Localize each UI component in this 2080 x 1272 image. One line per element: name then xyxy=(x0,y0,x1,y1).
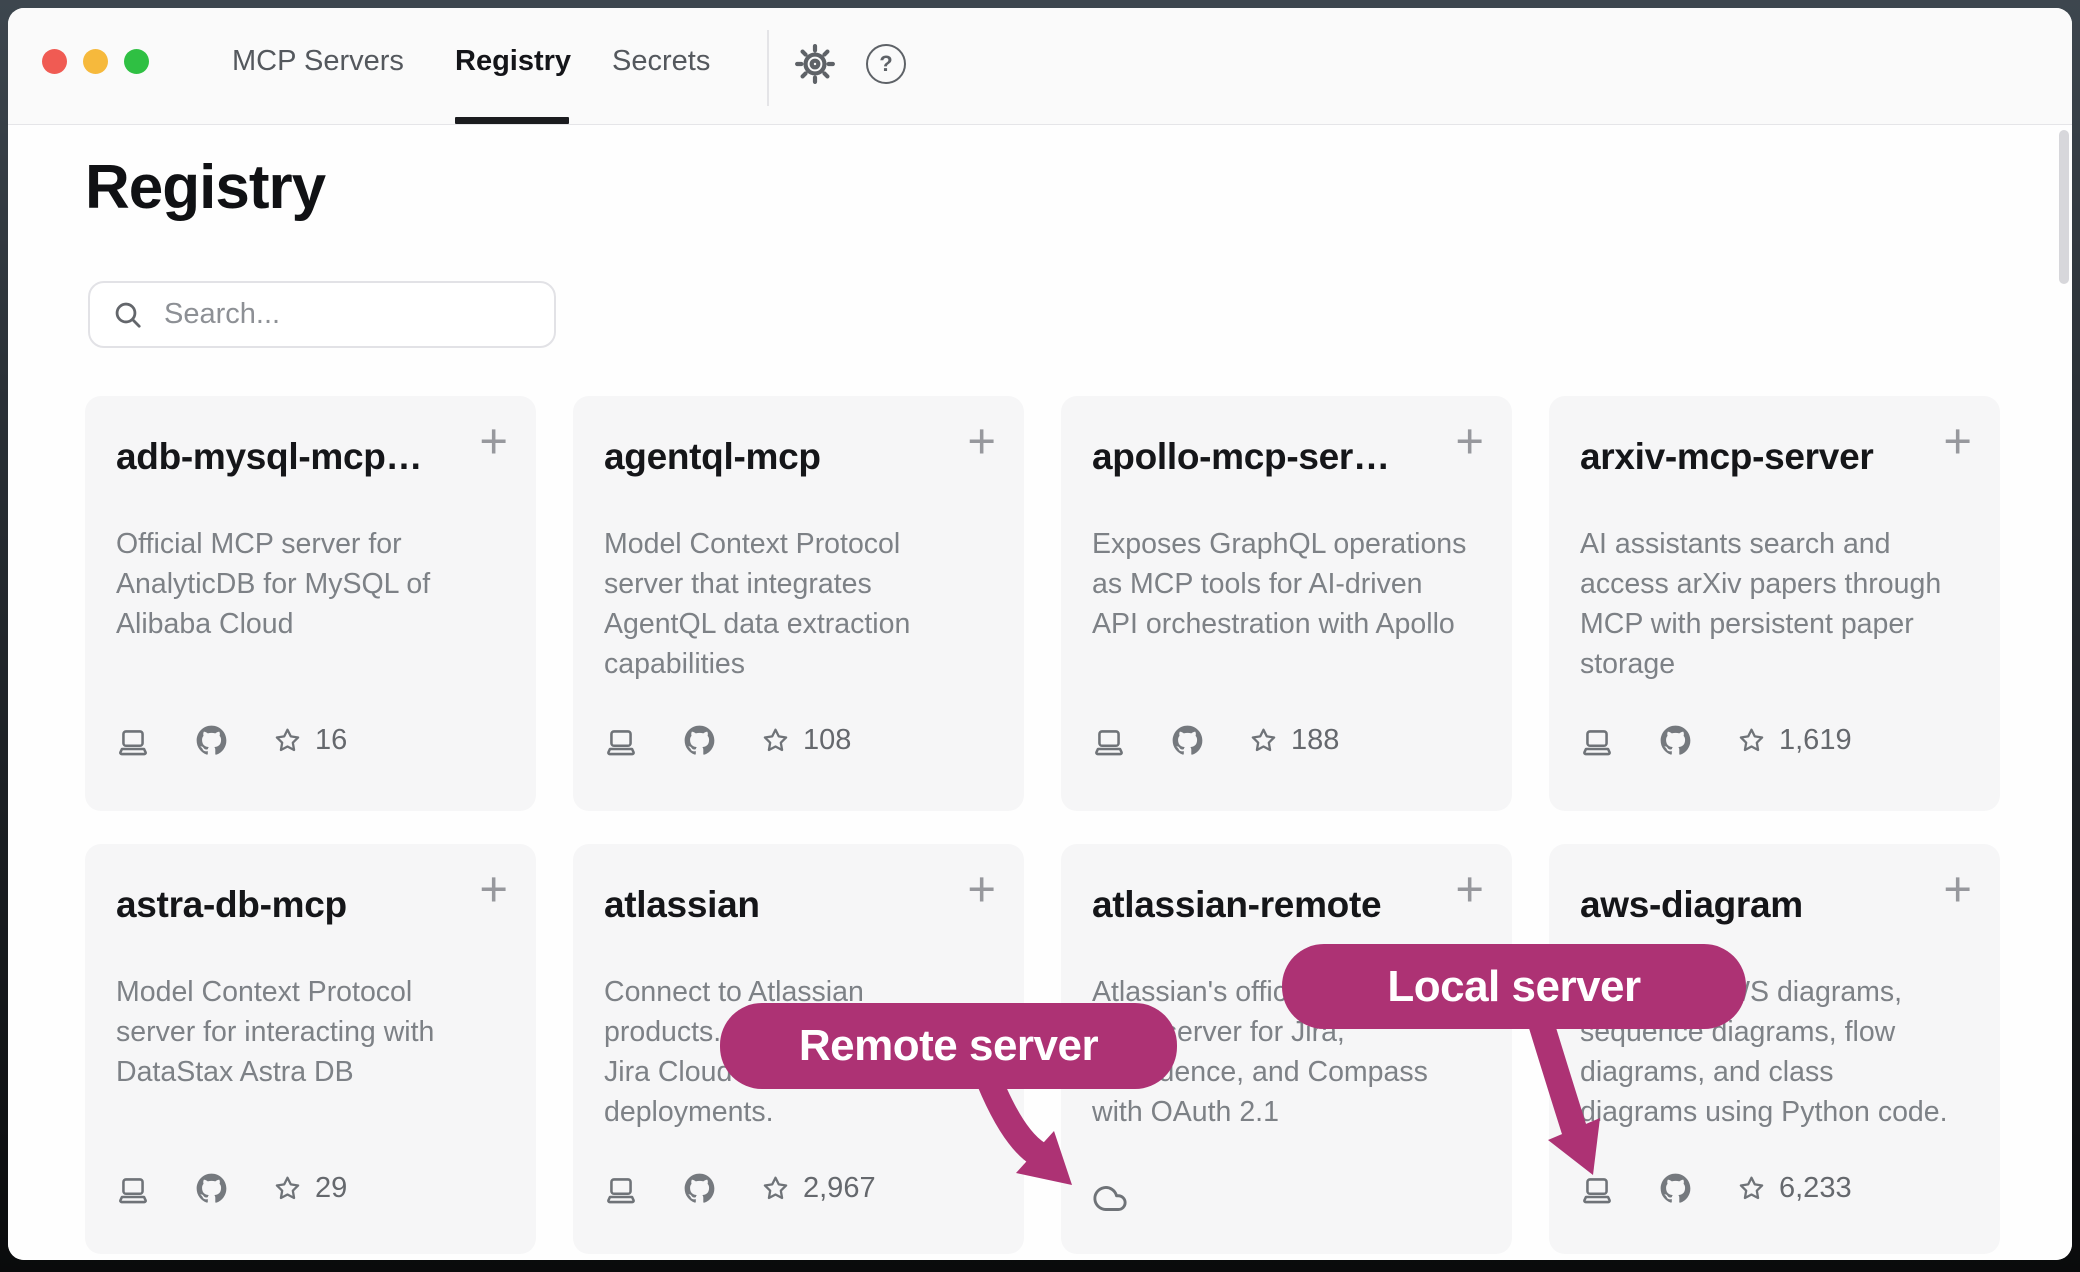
server-card-adb-mysql-mcp[interactable]: adb-mysql-mcp… + Official MCP server for… xyxy=(85,396,536,811)
star-count: 29 xyxy=(273,1172,347,1205)
server-name: arxiv-mcp-server xyxy=(1580,436,1922,478)
server-name: adb-mysql-mcp… xyxy=(116,436,458,478)
github-octocat-icon xyxy=(684,1173,715,1204)
server-description: Exposes GraphQL operations as MCP tools … xyxy=(1092,524,1488,644)
tab-mcp-servers[interactable]: MCP Servers xyxy=(232,45,404,78)
star-outline-icon xyxy=(1249,726,1278,755)
search-input[interactable] xyxy=(162,297,554,332)
active-tab-indicator xyxy=(455,117,569,124)
search-box[interactable] xyxy=(88,281,556,348)
tab-registry[interactable]: Registry xyxy=(455,45,571,78)
laptop-icon xyxy=(604,725,638,757)
server-card-footer: 6,233 xyxy=(1580,1172,1852,1205)
add-server-button[interactable]: + xyxy=(479,418,508,467)
add-server-button[interactable]: + xyxy=(967,418,996,467)
page-title: Registry xyxy=(85,153,325,223)
server-card-footer: 1,619 xyxy=(1580,724,1852,757)
title-bar: MCP Servers Registry Secrets ? xyxy=(8,8,2072,125)
star-count-value: 16 xyxy=(315,724,347,757)
star-count-value: 108 xyxy=(803,724,851,757)
star-count-value: 2,967 xyxy=(803,1172,876,1205)
remote-server-callout: Remote server xyxy=(720,1003,1177,1089)
window-controls xyxy=(42,49,149,74)
app-window: MCP Servers Registry Secrets ? Registry xyxy=(8,8,2072,1260)
server-card-footer: 108 xyxy=(604,724,851,757)
star-outline-icon xyxy=(273,1174,302,1203)
server-name: apollo-mcp-ser… xyxy=(1092,436,1434,478)
help-button[interactable]: ? xyxy=(865,43,907,85)
add-server-button[interactable]: + xyxy=(1943,866,1972,915)
server-description: Model Context Protocol server that integ… xyxy=(604,524,1000,684)
server-card-arxiv-mcp-server[interactable]: arxiv-mcp-server + AI assistants search … xyxy=(1549,396,2000,811)
github-octocat-icon xyxy=(684,725,715,756)
star-outline-icon xyxy=(1737,1174,1766,1203)
question-circle-icon: ? xyxy=(866,44,906,84)
star-count: 1,619 xyxy=(1737,724,1852,757)
server-card-aws-diagram[interactable]: aws-diagram + Generate AWS diagrams, seq… xyxy=(1549,844,2000,1254)
desktop-background: MCP Servers Registry Secrets ? Registry xyxy=(0,0,2080,1272)
server-name: aws-diagram xyxy=(1580,884,1922,926)
server-name: astra-db-mcp xyxy=(116,884,458,926)
gear-icon xyxy=(794,43,836,85)
server-name: atlassian xyxy=(604,884,946,926)
star-count-value: 188 xyxy=(1291,724,1339,757)
star-count: 2,967 xyxy=(761,1172,876,1205)
server-card-apollo-mcp-server[interactable]: apollo-mcp-ser… + Exposes GraphQL operat… xyxy=(1061,396,1512,811)
server-card-footer: 16 xyxy=(116,724,347,757)
server-description: AI assistants search and access arXiv pa… xyxy=(1580,524,1976,684)
star-count: 16 xyxy=(273,724,347,757)
zoom-window-button[interactable] xyxy=(124,49,149,74)
star-count: 108 xyxy=(761,724,851,757)
laptop-icon xyxy=(1580,725,1614,757)
local-server-callout: Local server xyxy=(1282,944,1746,1029)
settings-button[interactable] xyxy=(794,43,836,85)
github-octocat-icon xyxy=(1172,725,1203,756)
server-description: Official MCP server for AnalyticDB for M… xyxy=(116,524,512,644)
add-server-button[interactable]: + xyxy=(967,866,996,915)
laptop-icon xyxy=(604,1173,638,1205)
star-count-value: 29 xyxy=(315,1172,347,1205)
github-octocat-icon xyxy=(1660,1173,1691,1204)
star-count-value: 6,233 xyxy=(1779,1172,1852,1205)
laptop-icon xyxy=(116,725,150,757)
server-description: Model Context Protocol server for intera… xyxy=(116,972,512,1092)
add-server-button[interactable]: + xyxy=(1943,418,1972,467)
magnifier-icon xyxy=(112,299,144,331)
tab-secrets[interactable]: Secrets xyxy=(612,45,710,78)
laptop-icon xyxy=(1092,725,1126,757)
laptop-icon xyxy=(116,1173,150,1205)
server-card-astra-db-mcp[interactable]: astra-db-mcp + Model Context Protocol se… xyxy=(85,844,536,1254)
server-card-footer: 29 xyxy=(116,1172,347,1205)
add-server-button[interactable]: + xyxy=(1455,418,1484,467)
server-name: agentql-mcp xyxy=(604,436,946,478)
server-name: atlassian-remote xyxy=(1092,884,1434,926)
github-octocat-icon xyxy=(196,725,227,756)
star-count: 188 xyxy=(1249,724,1339,757)
star-count: 6,233 xyxy=(1737,1172,1852,1205)
star-count-value: 1,619 xyxy=(1779,724,1852,757)
add-server-button[interactable]: + xyxy=(479,866,508,915)
star-outline-icon xyxy=(761,726,790,755)
vertical-scrollbar-thumb[interactable] xyxy=(2059,130,2069,284)
minimize-window-button[interactable] xyxy=(83,49,108,74)
star-outline-icon xyxy=(273,726,302,755)
header-divider xyxy=(767,30,769,106)
server-card-agentql-mcp[interactable]: agentql-mcp + Model Context Protocol ser… xyxy=(573,396,1024,811)
cloud-icon xyxy=(1092,1182,1128,1215)
server-card-footer: 188 xyxy=(1092,724,1339,757)
github-octocat-icon xyxy=(1660,725,1691,756)
server-card-footer xyxy=(1092,1182,1128,1215)
server-card-grid: adb-mysql-mcp… + Official MCP server for… xyxy=(85,396,2000,1254)
star-outline-icon xyxy=(1737,726,1766,755)
server-card-footer: 2,967 xyxy=(604,1172,876,1205)
star-outline-icon xyxy=(761,1174,790,1203)
github-octocat-icon xyxy=(196,1173,227,1204)
registry-page: Registry adb-mysql-mcp… + Official MCP s… xyxy=(8,125,2072,1260)
close-window-button[interactable] xyxy=(42,49,67,74)
laptop-icon xyxy=(1580,1173,1614,1205)
add-server-button[interactable]: + xyxy=(1455,866,1484,915)
